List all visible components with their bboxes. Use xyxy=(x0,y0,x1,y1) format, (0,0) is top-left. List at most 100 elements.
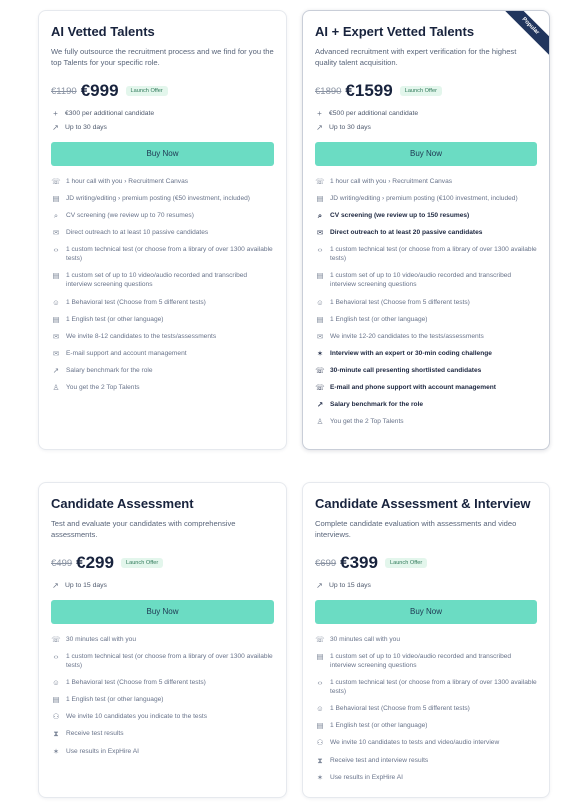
plan-title: Candidate Assessment xyxy=(51,496,194,511)
plus-icon: + xyxy=(317,109,322,118)
feature-item: ‹› 1 custom technical test (or choose fro… xyxy=(51,652,274,670)
feature-text: 1 custom set of up to 10 video/audio rec… xyxy=(66,272,248,289)
feature-text: Receive test and interview results xyxy=(330,756,429,764)
feature-text: Direct outreach to at least 20 passive c… xyxy=(330,229,483,237)
feature-item: ✉ Direct outreach to at least 20 passive … xyxy=(315,228,537,237)
feature-item: ⧗ Receive test and interview results xyxy=(315,756,537,765)
document-icon: ▤ xyxy=(52,695,60,705)
feature-text: 1 custom technical test (or choose from … xyxy=(66,653,273,670)
feature-list: ☏ 30 minutes call with you ▤ 1 custom set o… xyxy=(315,635,537,782)
feature-text: Interview with an expert or 30-min codin… xyxy=(330,349,492,357)
feature-text: 1 Behavioral test (Choose from 5 differe… xyxy=(66,298,206,306)
code-icon: ‹› xyxy=(317,245,323,255)
mail-icon: ✉ xyxy=(52,348,60,358)
hourglass-icon: ⧗ xyxy=(53,729,59,739)
mail-icon: ✉ xyxy=(316,228,324,238)
feature-text: 1 custom set of up to 10 video/audio rec… xyxy=(330,272,512,289)
feature-text: E-mail support and account management xyxy=(66,349,187,357)
feature-text: Use results in ExpHire AI xyxy=(66,747,139,755)
phone-icon: ☏ xyxy=(315,177,325,186)
star-icon: ✶ xyxy=(52,746,60,756)
old-price: €1190 xyxy=(51,85,77,97)
old-price: €499 xyxy=(51,557,73,569)
plan-extras: + €300 per additional candidate ↗ Up to 30 … xyxy=(51,109,274,132)
feature-item: ✉ We invite 8-12 candidates to the tests/… xyxy=(51,332,274,341)
feature-item: ☏ 1 hour call with you › Recruitment Canv… xyxy=(315,177,537,186)
popular-ribbon-label: Popular xyxy=(503,11,549,57)
feature-item: ▤ 1 English test (or other language) xyxy=(315,315,537,324)
award-icon: ♙ xyxy=(316,417,324,427)
trend-icon: ↗ xyxy=(52,581,59,590)
code-icon: ‹› xyxy=(317,678,323,688)
feature-item: ♙ You get the 2 Top Talents xyxy=(315,417,537,426)
feature-text: Direct outreach to at least 10 passive c… xyxy=(66,229,209,237)
feature-text: 1 custom technical test (or choose from … xyxy=(330,679,537,696)
plan-card-candidate-assessment-interview: Candidate Assessment & Interview Complet… xyxy=(302,482,550,798)
feature-item: ‹› 1 custom technical test (or choose fro… xyxy=(51,245,274,263)
code-icon: ‹› xyxy=(53,652,59,662)
feature-item: ✉ E-mail support and account management xyxy=(51,349,274,358)
search-icon: ⌕ xyxy=(317,211,323,221)
document-icon: ▤ xyxy=(316,652,324,662)
feature-item: ⚇ We invite 10 candidates you indicate to… xyxy=(51,712,274,721)
buy-now-button[interactable]: Buy Now xyxy=(51,600,274,624)
feature-text: 30 minutes call with you xyxy=(330,636,401,643)
buy-now-button[interactable]: Buy Now xyxy=(315,142,537,166)
plan-extras: ↗ Up to 15 days xyxy=(51,581,274,590)
feature-text: 1 English test (or other language) xyxy=(66,315,164,323)
feature-text: 1 Behavioral test (Choose from 5 differe… xyxy=(330,705,470,713)
feature-item: ✶ Use results in ExpHire AI xyxy=(51,747,274,756)
feature-text: 1 hour call with you › Recruitment Canva… xyxy=(66,178,189,185)
feature-text: Salary benchmark for the role xyxy=(330,401,424,409)
feature-item: ▤ 1 English test (or other language) xyxy=(51,695,274,704)
search-icon: ⌕ xyxy=(53,211,59,221)
feature-text: 1 custom set of up to 10 video/audio rec… xyxy=(330,653,512,670)
feature-text: You get the 2 Top Talents xyxy=(330,418,404,426)
feature-item: ☏ 30 minutes call with you xyxy=(315,635,537,644)
trend-icon: ↗ xyxy=(316,123,323,132)
feature-item: ⚇ We invite 10 candidates to tests and vi… xyxy=(315,738,537,747)
document-icon: ▤ xyxy=(52,271,60,281)
feature-text: JD writing/editing › premium posting (€5… xyxy=(66,195,250,203)
price-row: €1190 €999 Launch Offer xyxy=(51,81,274,101)
mail-icon: ✉ xyxy=(316,331,324,341)
plan-extra-item: ↗ Up to 15 days xyxy=(51,581,274,590)
feature-item: ▤ JD writing/editing › premium posting (€… xyxy=(315,194,537,203)
feature-text: JD writing/editing › premium posting (€1… xyxy=(330,195,518,203)
feature-item: ‹› 1 custom technical test (or choose fro… xyxy=(315,245,537,263)
feature-text: We invite 8-12 candidates to the tests/a… xyxy=(66,332,217,340)
plan-extra-item: ↗ Up to 15 days xyxy=(315,581,537,590)
user-icon: ☺ xyxy=(52,297,60,307)
price-row: €499 €299 Launch Offer xyxy=(51,553,274,573)
old-price: €1890 xyxy=(315,85,342,97)
feature-text: Use results in ExpHire AI xyxy=(330,773,403,781)
feature-list: ☏ 1 hour call with you › Recruitment Canv… xyxy=(315,177,537,426)
plan-extra-item: ↗ Up to 30 days xyxy=(51,123,274,132)
feature-item: ☺ 1 Behavioral test (Choose from 5 differ… xyxy=(315,298,537,307)
buy-now-button[interactable]: Buy Now xyxy=(315,600,537,624)
plan-card-ai-expert-vetted-talents: Popular AI + Expert Vetted Talents Advan… xyxy=(302,10,550,450)
feature-item: ✉ Direct outreach to at least 10 passive … xyxy=(51,228,274,237)
launch-offer-badge: Launch Offer xyxy=(125,86,168,96)
feature-item: ⌕ CV screening (we review up to 150 resum… xyxy=(315,211,537,220)
phone-icon: ☏ xyxy=(315,635,325,644)
plan-extra-text: Up to 30 days xyxy=(65,124,107,131)
feature-text: 1 Behavioral test (Choose from 5 differe… xyxy=(330,298,470,306)
plan-extras: + €500 per additional candidate ↗ Up to 30 … xyxy=(315,109,537,132)
feature-list: ☏ 1 hour call with you › Recruitment Canv… xyxy=(51,177,274,392)
plan-title: AI Vetted Talents xyxy=(51,24,155,39)
plan-description: Complete candidate evaluation with asses… xyxy=(315,519,517,539)
feature-item: ▤ 1 custom set of up to 10 video/audio re… xyxy=(51,271,274,289)
old-price: €699 xyxy=(315,557,337,569)
price: €299 xyxy=(76,553,114,572)
popular-ribbon: Popular xyxy=(503,11,549,57)
award-icon: ♙ xyxy=(52,383,60,393)
feature-text: Receive test results xyxy=(66,730,124,738)
mail-icon: ✉ xyxy=(52,331,60,341)
buy-now-button[interactable]: Buy Now xyxy=(51,142,274,166)
price: €1599 xyxy=(345,81,393,100)
feature-text: E-mail and phone support with account ma… xyxy=(330,384,496,392)
star-icon: ✶ xyxy=(316,348,324,358)
feature-item: ✶ Use results in ExpHire AI xyxy=(315,773,537,782)
feature-text: CV screening (we review up to 150 resume… xyxy=(330,212,470,220)
